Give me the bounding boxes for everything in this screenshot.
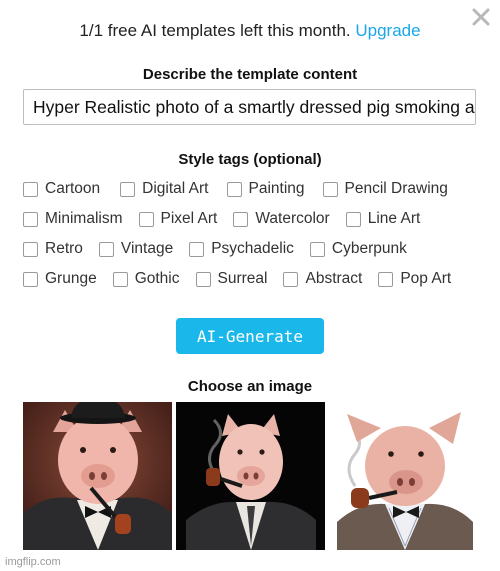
tag-abstract[interactable]: Abstract <box>283 270 362 288</box>
style-tag-row-2: Minimalism Pixel Art Watercolor Line Art <box>23 209 420 229</box>
choose-image-title: Choose an image <box>187 378 313 395</box>
checkbox[interactable] <box>23 241 38 257</box>
tag-cyberpunk[interactable]: Cyberpunk <box>309 240 407 258</box>
upgrade-link[interactable]: Upgrade <box>355 21 420 40</box>
watermark: imgflip.com <box>5 556 61 568</box>
tag-digital-art[interactable]: Digital Art <box>120 180 209 198</box>
tag-cartoon[interactable]: Cartoon <box>23 180 100 198</box>
tag-psychadelic[interactable]: Psychadelic <box>189 240 294 258</box>
tag-watercolor[interactable]: Watercolor <box>233 210 330 228</box>
checkbox[interactable] <box>309 241 325 257</box>
tag-grunge[interactable]: Grunge <box>23 270 97 288</box>
checkbox[interactable] <box>378 271 394 287</box>
generated-image-3[interactable] <box>329 402 478 550</box>
tag-retro[interactable]: Retro <box>23 240 83 258</box>
checkbox[interactable] <box>23 181 38 197</box>
checkbox[interactable] <box>322 181 338 197</box>
checkbox[interactable] <box>189 241 205 257</box>
checkbox[interactable] <box>98 241 114 257</box>
style-tag-row-3: Retro Vintage Psychadelic Cyberpunk <box>23 239 407 259</box>
style-tags-title: Style tags (optional) <box>178 151 322 168</box>
checkbox[interactable] <box>120 181 136 197</box>
tag-gothic[interactable]: Gothic <box>112 270 180 288</box>
generated-image-1[interactable] <box>23 402 172 550</box>
tag-line-art[interactable]: Line Art <box>345 210 420 228</box>
describe-title: Describe the template content <box>142 66 358 83</box>
checkbox[interactable] <box>23 271 38 287</box>
generated-image-2[interactable] <box>176 402 325 550</box>
style-tag-row-1: Cartoon Digital Art Painting Pencil Draw… <box>23 179 448 199</box>
tag-vintage[interactable]: Vintage <box>98 240 173 258</box>
checkbox[interactable] <box>226 181 242 197</box>
tag-pop-art[interactable]: Pop Art <box>378 270 451 288</box>
checkbox[interactable] <box>195 271 211 287</box>
tag-pencil-drawing[interactable]: Pencil Drawing <box>322 180 448 198</box>
checkbox[interactable] <box>283 271 299 287</box>
quota-text: 1/1 free AI templates left this month. <box>79 21 351 40</box>
checkbox[interactable] <box>233 211 249 227</box>
quota-line: 1/1 free AI templates left this month. U… <box>0 21 500 41</box>
ai-generate-button[interactable]: AI-Generate <box>176 318 324 354</box>
tag-surreal[interactable]: Surreal <box>195 270 267 288</box>
description-input[interactable]: Hyper Realistic photo of a smartly dress… <box>23 89 476 125</box>
tag-painting[interactable]: Painting <box>226 180 305 198</box>
checkbox[interactable] <box>138 211 154 227</box>
tag-pixel-art[interactable]: Pixel Art <box>138 210 217 228</box>
checkbox[interactable] <box>23 211 38 227</box>
checkbox[interactable] <box>112 271 128 287</box>
tag-minimalism[interactable]: Minimalism <box>23 210 123 228</box>
checkbox[interactable] <box>345 211 361 227</box>
style-tag-row-4: Grunge Gothic Surreal Abstract Pop Art <box>23 269 451 289</box>
